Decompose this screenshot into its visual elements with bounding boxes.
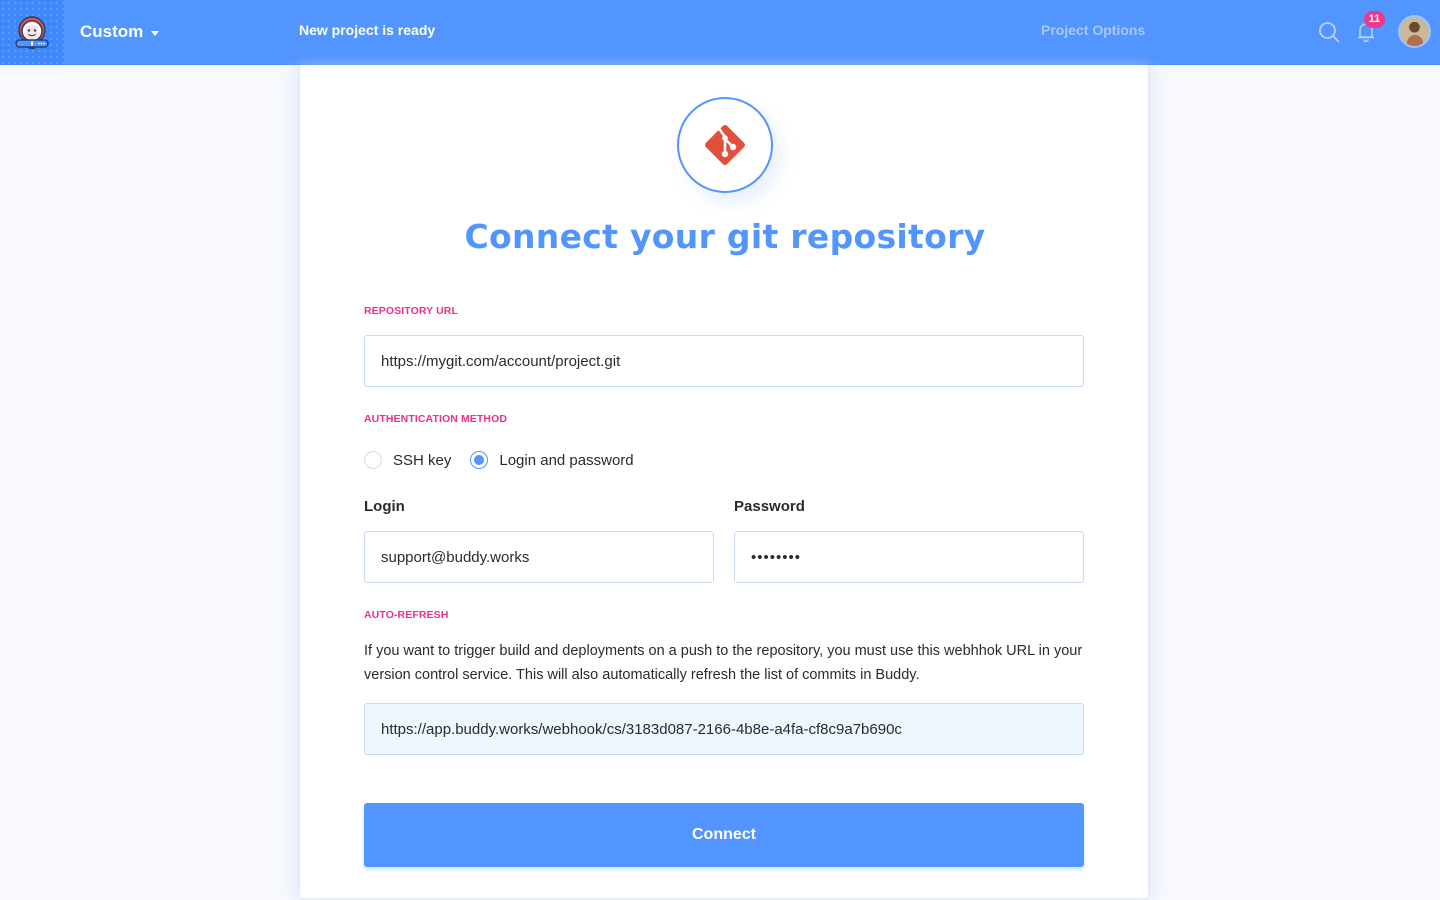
- buddy-logo-icon: [15, 15, 49, 49]
- project-options-link[interactable]: Project Options: [1041, 22, 1145, 38]
- login-label: Login: [364, 498, 405, 515]
- webhook-url-field[interactable]: https://app.buddy.works/webhook/cs/3183d…: [364, 703, 1084, 755]
- login-input[interactable]: support@buddy.works: [364, 531, 714, 583]
- user-avatar[interactable]: [1398, 15, 1431, 48]
- radio-login-password[interactable]: Login and password: [470, 451, 634, 469]
- radio-login-password-control[interactable]: [470, 451, 489, 469]
- radio-login-password-label: Login and password: [499, 451, 634, 469]
- auth-method-group: SSH key Login and password: [364, 450, 653, 470]
- radio-ssh-key-label: SSH key: [393, 451, 452, 469]
- page-title: Connect your git repository: [464, 217, 986, 256]
- git-logo-badge: [677, 97, 773, 193]
- logo-button[interactable]: [0, 0, 64, 65]
- search-icon[interactable]: [1318, 21, 1340, 43]
- radio-ssh-key[interactable]: SSH key: [364, 451, 451, 469]
- status-notice: New project is ready: [299, 22, 436, 38]
- radio-ssh-key-control[interactable]: [364, 451, 382, 469]
- auto-refresh-label: AUTO-REFRESH: [364, 609, 449, 621]
- workspace-selector[interactable]: Custom: [80, 20, 160, 44]
- auth-method-label: AUTHENTICATION METHOD: [364, 413, 508, 425]
- git-icon: [705, 125, 745, 165]
- repository-url-input[interactable]: https://mygit.com/account/project.git: [364, 335, 1084, 387]
- connect-button[interactable]: Connect: [364, 803, 1084, 867]
- connect-repository-card: Connect your git repository REPOSITORY U…: [299, 65, 1149, 899]
- top-bar: Custom New project is ready Project Opti…: [0, 0, 1440, 65]
- repository-url-label: REPOSITORY URL: [364, 305, 458, 317]
- password-input[interactable]: ••••••••: [734, 531, 1084, 583]
- auto-refresh-help-text: If you want to trigger build and deploym…: [364, 643, 1083, 683]
- workspace-name: Custom: [80, 22, 144, 41]
- notification-badge: 11: [1364, 11, 1385, 28]
- password-label: Password: [734, 498, 805, 515]
- chevron-down-icon: [151, 30, 160, 36]
